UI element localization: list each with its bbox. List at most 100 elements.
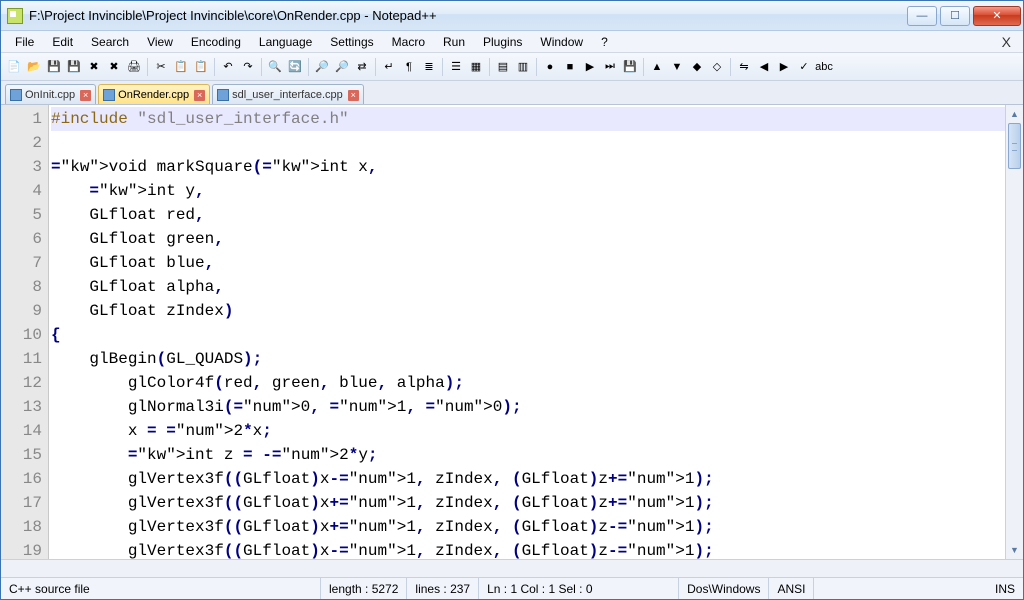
titlebar[interactable]: F:\Project Invincible\Project Invincible… [1, 1, 1023, 31]
compare-icon[interactable]: ⇋ [735, 58, 753, 76]
app-window: F:\Project Invincible\Project Invincible… [0, 0, 1024, 600]
minimize-button[interactable]: — [907, 6, 937, 26]
code-line[interactable]: glVertex3f((GLfloat)x-="num">1, zIndex, … [51, 539, 1005, 559]
bookmark-clear-icon[interactable]: ◇ [708, 58, 726, 76]
line-number: 3 [1, 155, 42, 179]
code-line[interactable]: glVertex3f((GLfloat)x+="num">1, zIndex, … [51, 515, 1005, 539]
print-icon[interactable]: 🖨 [125, 58, 143, 76]
nav-back-icon[interactable]: ◀ [755, 58, 773, 76]
tab-close-icon[interactable]: × [194, 90, 205, 101]
file-icon [10, 89, 22, 101]
copy-icon[interactable]: 📋 [172, 58, 190, 76]
lang-panel-icon[interactable]: ☰ [447, 58, 465, 76]
replace-icon[interactable]: 🔄 [286, 58, 304, 76]
bookmark-toggle-icon[interactable]: ◆ [688, 58, 706, 76]
bookmark-up-icon[interactable]: ▲ [648, 58, 666, 76]
vertical-scrollbar[interactable]: ▲ ▼ [1005, 105, 1023, 559]
scroll-down-icon[interactable]: ▼ [1006, 541, 1023, 559]
redo-icon[interactable]: ↷ [239, 58, 257, 76]
abc-icon[interactable]: abc [815, 58, 833, 76]
line-number: 5 [1, 203, 42, 227]
menu-run[interactable]: Run [435, 33, 473, 51]
menu-help[interactable]: ? [593, 33, 616, 51]
menubar-close-icon[interactable]: X [996, 34, 1017, 50]
menu-view[interactable]: View [139, 33, 181, 51]
code-line[interactable]: ="kw">int y, [51, 179, 1005, 203]
code-line[interactable]: glNormal3i(="num">0, ="num">1, ="num">0)… [51, 395, 1005, 419]
menu-encoding[interactable]: Encoding [183, 33, 249, 51]
doc-map-icon[interactable]: ▦ [467, 58, 485, 76]
menu-language[interactable]: Language [251, 33, 320, 51]
line-number: 18 [1, 515, 42, 539]
line-number: 10 [1, 323, 42, 347]
code-line[interactable]: glVertex3f((GLfloat)x+="num">1, zIndex, … [51, 491, 1005, 515]
nav-fwd-icon[interactable]: ▶ [775, 58, 793, 76]
unfold-all-icon[interactable]: ▥ [514, 58, 532, 76]
code-line[interactable]: ="kw">int z = -="num">2*y; [51, 443, 1005, 467]
bookmark-down-icon[interactable]: ▼ [668, 58, 686, 76]
code-line[interactable]: GLfloat blue, [51, 251, 1005, 275]
stop-icon[interactable]: ■ [561, 58, 579, 76]
indent-guide-icon[interactable]: ≣ [420, 58, 438, 76]
line-number: 2 [1, 131, 42, 155]
maximize-button[interactable]: ☐ [940, 6, 970, 26]
close-icon[interactable]: ✖ [85, 58, 103, 76]
menu-edit[interactable]: Edit [44, 33, 81, 51]
menubar: File Edit Search View Encoding Language … [1, 31, 1023, 53]
tab-close-icon[interactable]: × [348, 90, 359, 101]
code-line[interactable]: glVertex3f((GLfloat)x-="num">1, zIndex, … [51, 467, 1005, 491]
code-line[interactable] [51, 131, 1005, 155]
tab-close-icon[interactable]: × [80, 90, 91, 101]
save-macro-icon[interactable]: 💾 [621, 58, 639, 76]
find-icon[interactable]: 🔍 [266, 58, 284, 76]
code-line[interactable]: ="kw">void markSquare(="kw">int x, [51, 155, 1005, 179]
tab-onrender[interactable]: OnRender.cpp × [98, 84, 210, 104]
scroll-up-icon[interactable]: ▲ [1006, 105, 1023, 123]
play-multi-icon[interactable]: ⏭ [601, 58, 619, 76]
toolbar-separator [442, 58, 443, 76]
code-line[interactable]: { [51, 323, 1005, 347]
tab-sdl-ui[interactable]: sdl_user_interface.cpp × [212, 84, 364, 104]
code-line[interactable]: GLfloat green, [51, 227, 1005, 251]
cut-icon[interactable]: ✂ [152, 58, 170, 76]
menu-plugins[interactable]: Plugins [475, 33, 530, 51]
menu-settings[interactable]: Settings [322, 33, 381, 51]
code-line[interactable]: #include "sdl_user_interface.h" [51, 107, 1005, 131]
play-icon[interactable]: ▶ [581, 58, 599, 76]
toolbar-separator [643, 58, 644, 76]
spell-icon[interactable]: ✓ [795, 58, 813, 76]
code-line[interactable]: glColor4f(red, green, blue, alpha); [51, 371, 1005, 395]
record-icon[interactable]: ● [541, 58, 559, 76]
undo-icon[interactable]: ↶ [219, 58, 237, 76]
zoom-out-icon[interactable]: 🔎 [333, 58, 351, 76]
code-area[interactable]: #include "sdl_user_interface.h" ="kw">voi… [49, 105, 1005, 559]
all-chars-icon[interactable]: ¶ [400, 58, 418, 76]
toolbar: 📄📂💾💾✖✖🖨✂📋📋↶↷🔍🔄🔎🔎⇄↵¶≣☰▦▤▥●■▶⏭💾▲▼◆◇⇋◀▶✓abc [1, 53, 1023, 81]
zoom-in-icon[interactable]: 🔎 [313, 58, 331, 76]
close-all-icon[interactable]: ✖ [105, 58, 123, 76]
menu-macro[interactable]: Macro [384, 33, 433, 51]
code-line[interactable]: glBegin(GL_QUADS); [51, 347, 1005, 371]
word-wrap-icon[interactable]: ↵ [380, 58, 398, 76]
fold-all-icon[interactable]: ▤ [494, 58, 512, 76]
open-icon[interactable]: 📂 [25, 58, 43, 76]
scroll-track[interactable] [1006, 123, 1023, 541]
tab-oninit[interactable]: OnInit.cpp × [5, 84, 96, 104]
close-button[interactable]: ✕ [973, 6, 1021, 26]
horizontal-scrollbar[interactable] [1, 559, 1023, 577]
sync-icon[interactable]: ⇄ [353, 58, 371, 76]
file-icon [217, 89, 229, 101]
save-all-icon[interactable]: 💾 [65, 58, 83, 76]
code-line[interactable]: GLfloat red, [51, 203, 1005, 227]
window-title: F:\Project Invincible\Project Invincible… [29, 8, 907, 23]
menu-search[interactable]: Search [83, 33, 137, 51]
code-line[interactable]: GLfloat zIndex) [51, 299, 1005, 323]
menu-file[interactable]: File [7, 33, 42, 51]
code-line[interactable]: GLfloat alpha, [51, 275, 1005, 299]
code-line[interactable]: x = ="num">2*x; [51, 419, 1005, 443]
new-icon[interactable]: 📄 [5, 58, 23, 76]
paste-icon[interactable]: 📋 [192, 58, 210, 76]
save-icon[interactable]: 💾 [45, 58, 63, 76]
menu-window[interactable]: Window [532, 33, 591, 51]
scroll-thumb[interactable] [1008, 123, 1021, 169]
